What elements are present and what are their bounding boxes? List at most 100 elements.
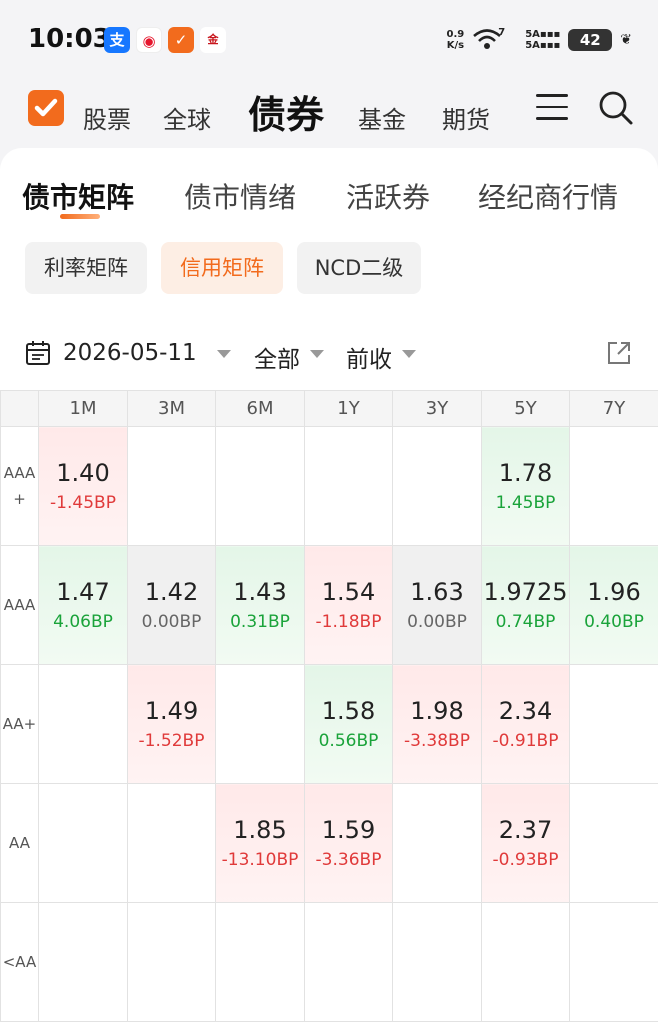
yield-value: 1.40 [56, 459, 110, 487]
rating-label: AAA [0, 545, 39, 665]
matrix-corner [0, 390, 39, 427]
chevron-down-icon[interactable] [402, 350, 416, 358]
matrix-cell[interactable]: 1.49 -1.52BP [127, 664, 216, 784]
rating-label: AAA + [0, 426, 39, 546]
yield-value: 2.37 [498, 816, 553, 844]
yield-value: 1.58 [321, 697, 376, 725]
weibo-icon: ◉ [136, 27, 162, 53]
yield-change: 0.31BP [230, 612, 290, 632]
matrix-cell[interactable]: 1.54 -1.18BP [304, 545, 393, 665]
yield-change: -1.45BP [50, 493, 116, 513]
col-header: 6M [215, 390, 305, 427]
yield-change: -0.93BP [492, 850, 559, 870]
chip-ncd-secondary[interactable]: NCD二级 [297, 242, 421, 294]
col-header: 3M [127, 390, 216, 427]
chevron-down-icon[interactable] [217, 350, 231, 358]
matrix-cell[interactable]: 1.78 1.45BP [481, 426, 570, 546]
matrix-cell-empty [304, 902, 393, 1022]
external-link-icon[interactable] [606, 340, 632, 370]
col-header: 1M [38, 390, 128, 427]
matrix-cell[interactable]: 1.9725 0.74BP [481, 545, 570, 665]
yield-change: 0.40BP [584, 612, 644, 632]
rating-label-text: <AA [2, 953, 37, 971]
chip-credit-matrix[interactable]: 信用矩阵 [161, 242, 283, 294]
yield-change: -13.10BP [221, 850, 299, 870]
matrix-cell[interactable]: 1.96 0.40BP [569, 545, 658, 665]
matrix-cell[interactable]: 1.58 0.56BP [304, 664, 393, 784]
status-bar: 10:03 支 ◉ ✓ 金 0.9 K/s 7 5A▪▪▪ 5A▪▪▪ 42 ❦ [0, 0, 658, 80]
yield-change: 0.00BP [407, 612, 467, 632]
matrix-cell-empty [127, 783, 216, 903]
menu-icon[interactable] [536, 94, 568, 122]
matrix-cell-empty [569, 426, 658, 546]
leaf-icon: ❦ [620, 32, 632, 48]
yield-value: 1.59 [321, 816, 376, 844]
matrix-row: <AA [0, 902, 658, 1022]
yield-value: 1.78 [498, 459, 553, 487]
yield-value: 1.9725 [483, 578, 568, 606]
matrix-row: AAA 1.47 4.06BP 1.42 0.00BP 1.43 0.31BP 1.54 -1.… [0, 545, 658, 665]
yield-value: 1.98 [410, 697, 464, 725]
matrix-cell-empty [127, 426, 216, 546]
matrix-cell-empty [215, 902, 305, 1022]
yield-value: 1.85 [233, 816, 287, 844]
matrix-cell[interactable]: 1.47 4.06BP [38, 545, 128, 665]
matrix-cell[interactable]: 1.63 0.00BP [392, 545, 482, 665]
yield-change: -3.36BP [315, 850, 382, 870]
date-selector[interactable]: 2026-05-11 [63, 340, 197, 366]
matrix-cell[interactable]: 1.43 0.31BP [215, 545, 305, 665]
nav-bonds[interactable]: 债券 [248, 84, 324, 139]
yield-value: 1.96 [587, 578, 641, 606]
matrix-cell[interactable]: 2.37 -0.93BP [481, 783, 570, 903]
matrix-row: AA 1.85 -13.10BP 1.59 -3.36BP 2.37 -0.93BP [0, 783, 658, 903]
tab-bond-sentiment[interactable]: 债市情绪 [184, 176, 296, 216]
matrix-cell-empty [569, 664, 658, 784]
yield-change: 0.74BP [495, 612, 556, 632]
chevron-down-icon[interactable] [310, 350, 324, 358]
tab-active-bonds[interactable]: 活跃券 [346, 176, 430, 216]
matrix-cell[interactable]: 1.42 0.00BP [127, 545, 216, 665]
scope-selector[interactable]: 全部 [254, 340, 300, 374]
sub-tabs: 债市矩阵 债市情绪 活跃券 经纪商行情 [0, 148, 658, 228]
yield-value: 1.42 [144, 578, 199, 606]
top-nav: 股票 全球 债券 基金 期货 [0, 80, 658, 146]
nav-futures[interactable]: 期货 [442, 100, 490, 135]
matrix-cell[interactable]: 1.59 -3.36BP [304, 783, 393, 903]
nav-global[interactable]: 全球 [163, 100, 211, 135]
matrix-cell-empty [215, 664, 305, 784]
wifi-badge: 7 [498, 26, 506, 38]
search-icon[interactable] [598, 90, 634, 130]
yield-value: 1.54 [321, 578, 376, 606]
tab-broker-quotes[interactable]: 经纪商行情 [478, 176, 618, 216]
yield-change: -3.38BP [404, 731, 470, 751]
matrix-cell[interactable]: 2.34 -0.91BP [481, 664, 570, 784]
jinrongjie-icon: 金 [200, 27, 226, 53]
rating-label: AA [0, 783, 39, 903]
matrix-cell-empty [127, 902, 216, 1022]
col-header: 1Y [304, 390, 393, 427]
chip-rate-matrix[interactable]: 利率矩阵 [25, 242, 147, 294]
matrix-cell[interactable]: 1.98 -3.38BP [392, 664, 482, 784]
col-header: 3Y [392, 390, 482, 427]
yield-change: 1.45BP [495, 493, 556, 513]
alipay-icon: 支 [104, 27, 130, 53]
matrix-cell-empty [392, 783, 482, 903]
basis-selector[interactable]: 前收 [346, 340, 392, 374]
tab-bond-matrix[interactable]: 债市矩阵 [22, 176, 134, 216]
battery-icon: 42 [568, 29, 613, 51]
nav-funds[interactable]: 基金 [358, 100, 406, 135]
nav-stocks[interactable]: 股票 [83, 100, 131, 135]
matrix-cell[interactable]: 1.40 -1.45BP [38, 426, 128, 546]
rating-label: <AA [0, 902, 39, 1022]
tonghuashun-logo[interactable] [28, 90, 64, 126]
matrix-cell[interactable]: 1.85 -13.10BP [215, 783, 305, 903]
calendar-icon[interactable] [25, 340, 51, 370]
matrix-cell-empty [392, 426, 482, 546]
matrix-header-row: 1M 3M 6M 1Y 3Y 5Y 7Y [0, 390, 658, 427]
rating-label: AA+ [0, 664, 39, 784]
matrix-cell-empty [38, 783, 128, 903]
network-speed: 0.9 K/s [446, 29, 465, 51]
credit-matrix-grid: 1M 3M 6M 1Y 3Y 5Y 7Y AAA + 1.40 -1.45BP 1.78… [0, 390, 658, 1022]
yield-value: 1.49 [144, 697, 199, 725]
clock: 10:03 [28, 24, 111, 54]
